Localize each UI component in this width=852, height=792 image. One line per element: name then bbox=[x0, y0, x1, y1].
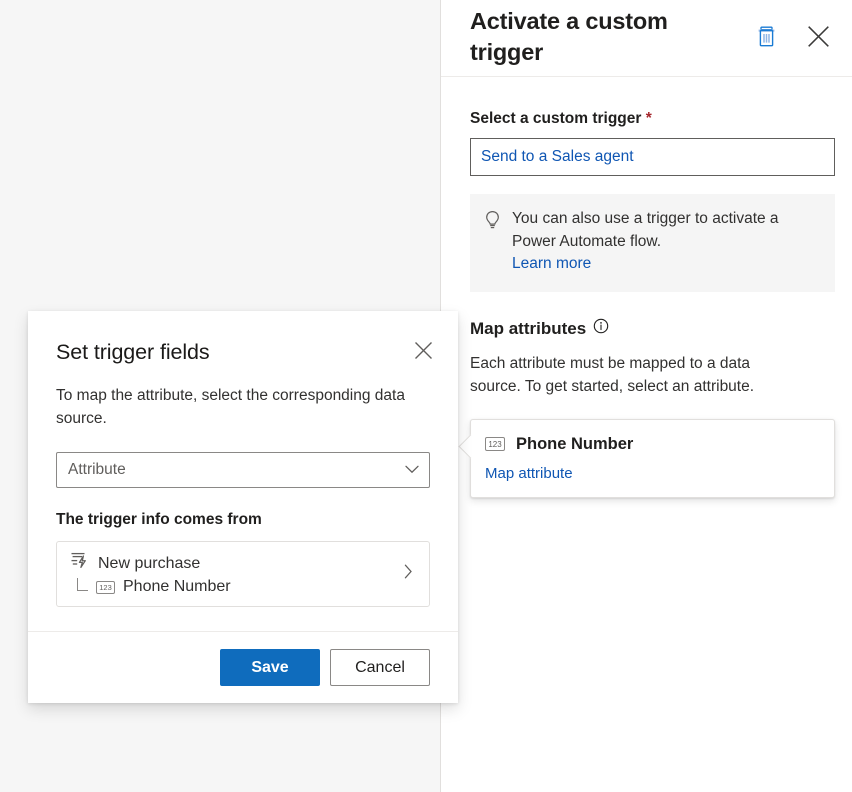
chevron-down-icon bbox=[405, 461, 419, 479]
info-box-text: You can also use a trigger to activate a… bbox=[512, 210, 779, 250]
dialog-title: Set trigger fields bbox=[56, 338, 430, 366]
tree-branch-connector bbox=[77, 578, 88, 591]
panel-body: Select a custom trigger * Send to a Sale… bbox=[441, 77, 852, 498]
power-automate-info-box: You can also use a trigger to activate a… bbox=[470, 194, 835, 292]
info-circle-icon[interactable] bbox=[593, 318, 609, 339]
page-title: Activate a custom trigger bbox=[470, 6, 715, 68]
dialog-close-button[interactable] bbox=[408, 337, 438, 367]
trash-icon bbox=[757, 26, 776, 50]
save-button[interactable]: Save bbox=[220, 649, 320, 686]
attribute-dropdown-value: Attribute bbox=[68, 460, 405, 480]
trigger-flow-icon bbox=[70, 551, 89, 575]
dialog-body: To map the attribute, select the corresp… bbox=[28, 366, 458, 607]
lightbulb-icon bbox=[484, 210, 501, 276]
dialog-header: Set trigger fields bbox=[28, 311, 458, 366]
required-marker: * bbox=[646, 110, 652, 127]
trigger-source-item[interactable]: New purchase 123 Phone Number bbox=[56, 541, 430, 607]
trigger-source-item-texts: New purchase 123 Phone Number bbox=[70, 551, 404, 597]
attribute-card-name: Phone Number bbox=[516, 434, 633, 455]
close-panel-button[interactable] bbox=[802, 22, 834, 54]
chevron-right-icon bbox=[404, 564, 413, 584]
number-type-icon: 123 bbox=[96, 581, 115, 594]
attribute-card-callout-pointer bbox=[458, 434, 482, 458]
attribute-card-header: 123 Phone Number bbox=[485, 434, 820, 455]
trigger-source-item-subtitle: Phone Number bbox=[123, 576, 231, 597]
trigger-source-item-secondary: 123 Phone Number bbox=[70, 576, 404, 597]
trigger-field-label: Select a custom trigger * bbox=[470, 109, 823, 129]
trigger-source-label: The trigger info comes from bbox=[56, 510, 430, 530]
attribute-card-link-row: Map attribute bbox=[485, 464, 820, 484]
custom-trigger-select[interactable]: Send to a Sales agent bbox=[470, 138, 835, 176]
map-attributes-heading: Map attributes bbox=[470, 318, 823, 340]
map-attributes-description: Each attribute must be mapped to a data … bbox=[470, 352, 800, 398]
info-box-content: You can also use a trigger to activate a… bbox=[512, 208, 821, 276]
learn-more-link[interactable]: Learn more bbox=[512, 255, 591, 272]
delete-trigger-button[interactable] bbox=[750, 22, 782, 54]
trigger-field-label-text: Select a custom trigger bbox=[470, 110, 641, 127]
trigger-source-item-primary: New purchase bbox=[70, 551, 404, 575]
activate-trigger-panel: Activate a custom trigger bbox=[441, 0, 852, 792]
dialog-footer: Save Cancel bbox=[28, 631, 458, 703]
map-attributes-title: Map attributes bbox=[470, 318, 586, 340]
map-attribute-link[interactable]: Map attribute bbox=[485, 465, 573, 482]
custom-trigger-select-value: Send to a Sales agent bbox=[481, 147, 634, 167]
attribute-card[interactable]: 123 Phone Number Map attribute bbox=[470, 419, 835, 498]
attribute-dropdown[interactable]: Attribute bbox=[56, 452, 430, 488]
panel-header: Activate a custom trigger bbox=[441, 0, 852, 77]
number-type-icon: 123 bbox=[485, 437, 505, 451]
set-trigger-fields-dialog: Set trigger fields To map the attribute,… bbox=[28, 311, 458, 703]
close-icon bbox=[414, 341, 433, 363]
cancel-button[interactable]: Cancel bbox=[330, 649, 430, 686]
trigger-source-item-title: New purchase bbox=[98, 553, 200, 574]
panel-header-actions bbox=[750, 22, 834, 54]
close-icon bbox=[807, 25, 830, 51]
dialog-description: To map the attribute, select the corresp… bbox=[56, 384, 416, 430]
